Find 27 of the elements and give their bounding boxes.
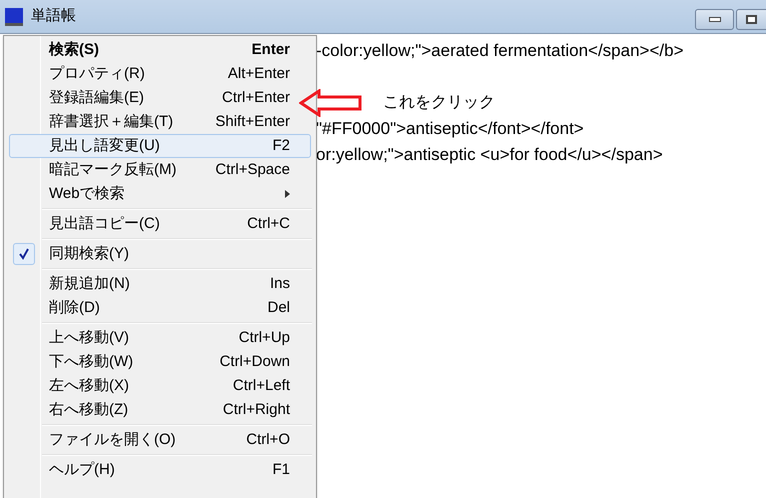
menu-item[interactable]: 新規追加(N) Ins [9, 272, 311, 296]
window-title: 単語帳 [31, 6, 76, 26]
menu-item[interactable]: 登録語編集(E) Ctrl+Enter [9, 86, 311, 110]
annotation-text: これをクリック [383, 93, 495, 113]
menu-item[interactable]: 見出し語変更(U) F2 [9, 134, 311, 158]
code-line: -color:yellow;">aerated fermentation</span></b> [316, 40, 685, 62]
menu-item[interactable]: 検索(S) Enter [9, 38, 311, 62]
menu-item[interactable]: 右へ移動(Z) Ctrl+Right [9, 398, 311, 422]
minimize-button[interactable] [695, 9, 734, 30]
menu-item[interactable]: プロパティ(R) Alt+Enter [9, 62, 311, 86]
menu-item[interactable]: 下へ移動(W) Ctrl+Down [9, 350, 311, 374]
menu-item[interactable]: 上へ移動(V) Ctrl+Up [9, 326, 311, 350]
menu-item[interactable]: ファイルを開く(O) Ctrl+O [9, 428, 311, 452]
menu-item[interactable]: 削除(D) Del [9, 296, 311, 320]
code-line: or:yellow;">antiseptic <u>for food</u></span> [316, 144, 664, 166]
menu-item[interactable]: 辞書選択＋編集(T) Shift+Enter [9, 110, 311, 134]
menu-item[interactable]: 見出語コピー(C) Ctrl+C [9, 212, 311, 236]
menu-item[interactable]: 左へ移動(X) Ctrl+Left [9, 374, 311, 398]
submenu-arrow-icon [285, 190, 290, 198]
menu-item[interactable]: 暗記マーク反転(M) Ctrl+Space [9, 158, 311, 182]
menu-item[interactable]: Webで検索 [9, 182, 311, 206]
app-icon [5, 8, 23, 26]
menu-item[interactable]: 同期検索(Y) [9, 242, 311, 266]
maximize-button[interactable] [736, 9, 766, 30]
menu-item[interactable]: ヘルプ(H) F1 [9, 458, 311, 482]
code-line: "#FF0000">antiseptic</font></font> [316, 118, 585, 140]
arrow-icon [299, 89, 363, 117]
